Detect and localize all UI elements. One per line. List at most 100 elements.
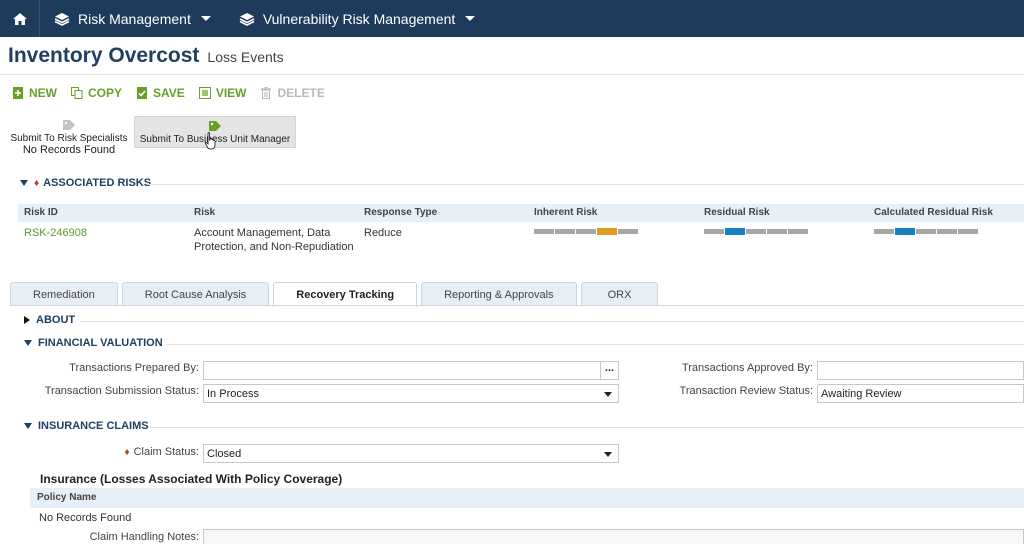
chevron-down-icon: [200, 16, 211, 21]
collapse-triangle-icon: [20, 180, 28, 186]
page-subtitle: Loss Events: [207, 49, 284, 65]
tab-label: Remediation: [33, 288, 95, 301]
section-title: INSURANCE CLAIMS: [38, 420, 149, 432]
section-title: ABOUT: [36, 314, 76, 326]
risk-meter-segment: [704, 229, 724, 234]
nav-risk-management[interactable]: Risk Management: [40, 0, 225, 37]
tab-orx[interactable]: ORX: [580, 282, 659, 306]
section-title: FINANCIAL VALUATION: [38, 337, 163, 349]
tab-label: Reporting & Approvals: [444, 288, 554, 301]
claim-notes-field[interactable]: [203, 529, 1024, 544]
column-header: Risk ID: [24, 207, 58, 218]
expand-triangle-icon: [24, 316, 30, 324]
chevron-down-icon: [604, 392, 612, 397]
divider: [166, 344, 1024, 345]
risk-meter-segment: [937, 229, 957, 234]
claim-status-select[interactable]: Closed: [203, 444, 619, 463]
calculated-residual-risk-meter: [874, 228, 979, 235]
column-header: Policy Name: [37, 492, 97, 503]
action-toolbar: NEW COPY SAVE VIEW DELETE: [12, 86, 339, 100]
approved-by-field[interactable]: [817, 361, 1024, 380]
save-label: SAVE: [153, 86, 185, 100]
claim-notes-label: Claim Handling Notes:: [89, 531, 199, 543]
column-header: Residual Risk: [704, 207, 770, 218]
tag-icon: [209, 121, 221, 131]
top-nav: Risk Management Vulnerability Risk Manag…: [0, 0, 1024, 37]
column-header: Response Type: [364, 207, 438, 218]
new-button[interactable]: NEW: [12, 86, 57, 100]
submission-status-select[interactable]: In Process: [203, 384, 619, 403]
nav-vulnerability-risk-management[interactable]: Vulnerability Risk Management: [225, 0, 489, 37]
risk-meter-segment: [916, 229, 936, 234]
save-icon: [137, 87, 148, 99]
associated-risks-header[interactable]: ♦ ASSOCIATED RISKS: [20, 177, 151, 189]
label-text: Claim Status:: [133, 446, 199, 458]
required-icon: ♦: [34, 177, 40, 189]
copy-button[interactable]: COPY: [71, 86, 122, 100]
review-status-field[interactable]: Awaiting Review: [817, 384, 1024, 403]
submit-to-risk-specialists-button[interactable]: Submit To Risk Specialists No Records Fo…: [6, 116, 132, 156]
tab-root-cause-analysis[interactable]: Root Cause Analysis: [121, 282, 270, 306]
copy-icon: [71, 87, 83, 99]
risk-meter-segment: [958, 229, 978, 234]
new-label: NEW: [29, 86, 57, 100]
insurance-claims-header[interactable]: INSURANCE CLAIMS: [24, 420, 149, 432]
nav-label: Vulnerability Risk Management: [262, 10, 456, 27]
tab-reporting-approvals[interactable]: Reporting & Approvals: [421, 282, 577, 306]
insurance-table-title: Insurance (Losses Associated With Policy…: [40, 472, 343, 486]
no-records-text: No Records Found: [39, 512, 132, 524]
risk-meter-segment: [576, 229, 596, 234]
about-header[interactable]: ABOUT: [24, 314, 75, 326]
chevron-down-icon: [604, 452, 612, 457]
tag-icon: [63, 120, 75, 130]
inherent-risk-meter: [534, 228, 639, 235]
policy-table-header: Policy Name: [30, 488, 1024, 508]
page-title: Inventory Overcost: [8, 44, 200, 67]
save-button[interactable]: SAVE: [136, 86, 185, 100]
home-icon: [12, 12, 27, 25]
hand-cursor-icon: [204, 132, 216, 150]
approved-by-label: Transactions Approved By:: [681, 362, 813, 374]
tab-label: ORX: [607, 288, 632, 301]
risk-meter-segment: [895, 228, 915, 235]
new-document-icon: [13, 87, 23, 99]
lookup-button[interactable]: ...: [600, 362, 618, 379]
column-header: Inherent Risk: [534, 207, 598, 218]
submission-status-label: Transaction Submission Status:: [44, 385, 199, 397]
risk-meter-segment: [746, 229, 766, 234]
divider: [150, 427, 1024, 428]
required-icon: ♦: [124, 447, 130, 458]
delete-label: DELETE: [277, 86, 325, 100]
tab-label: Recovery Tracking: [296, 289, 395, 301]
tab-recovery-tracking[interactable]: Recovery Tracking: [273, 282, 418, 307]
layers-icon: [54, 12, 70, 26]
claim-status-label: ♦ Claim Status:: [100, 446, 199, 458]
divider: [10, 305, 1024, 306]
column-header: Risk: [194, 207, 216, 218]
collapse-triangle-icon: [24, 340, 32, 346]
nav-label: Risk Management: [78, 10, 191, 27]
trash-icon: [261, 87, 272, 99]
tab-remediation[interactable]: Remediation: [10, 282, 118, 306]
copy-label: COPY: [88, 86, 123, 100]
collapse-triangle-icon: [24, 423, 32, 429]
home-button[interactable]: [0, 0, 40, 37]
risk-meter-segment: [767, 229, 787, 234]
view-label: VIEW: [215, 86, 247, 100]
financial-valuation-header[interactable]: FINANCIAL VALUATION: [24, 337, 163, 349]
review-status-label: Transaction Review Status:: [679, 385, 813, 397]
risk-name: Protection, and Non-Repudiation: [194, 241, 354, 253]
risks-table-header: Risk ID Risk Response Type Inherent Risk…: [18, 204, 1024, 222]
risk-meter-segment: [725, 228, 745, 235]
delete-button[interactable]: DELETE: [260, 86, 325, 100]
prepared-by-field[interactable]: ...: [203, 361, 619, 380]
field-value: Awaiting Review: [821, 388, 902, 400]
tab-label: Root Cause Analysis: [144, 288, 247, 301]
risk-meter-segment: [874, 229, 894, 234]
no-records-text: No Records Found: [22, 144, 116, 156]
risk-name: Account Management, Data: [194, 227, 331, 239]
view-button[interactable]: VIEW: [198, 86, 247, 100]
risk-meter-segment: [534, 229, 554, 234]
risk-id-link[interactable]: RSK-246908: [24, 227, 87, 239]
response-type: Reduce: [364, 227, 402, 239]
